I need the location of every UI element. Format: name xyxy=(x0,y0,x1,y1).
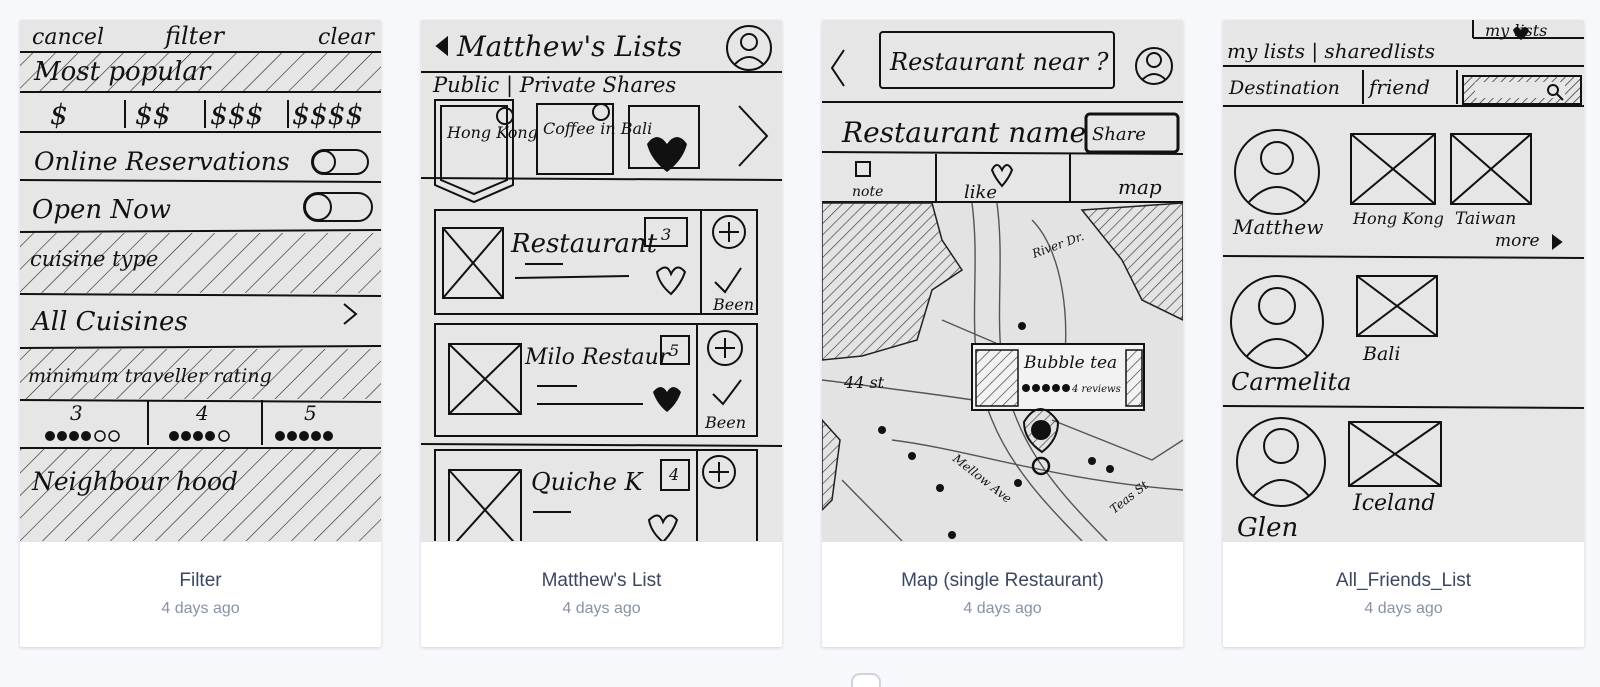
sketch-share-button: Share xyxy=(1092,124,1146,145)
sketch-rating-5: 5 xyxy=(304,401,317,425)
sketch-thumbnail[interactable]: Matthew's Lists Public | Private Shares … xyxy=(421,20,782,541)
sketch-item-2-status: Been xyxy=(704,413,746,432)
card-title[interactable]: All_Friends_List xyxy=(1223,570,1584,592)
sketch-popup-reviews: 4 reviews xyxy=(1071,384,1121,395)
sketch-open-now: Open Now xyxy=(32,195,171,225)
card-title[interactable]: Filter xyxy=(20,570,381,592)
sketch-more-link: more xyxy=(1495,231,1540,251)
sketch-thumbnail[interactable]: Restaurant near ? Restaurant name Share … xyxy=(822,20,1183,541)
sketch-cuisine-type: cuisine type xyxy=(30,247,158,271)
matthews-list-sketch: Matthew's Lists Public | Private Shares … xyxy=(421,25,782,541)
screen-card-filter[interactable]: cancel filter clear Most popular $ $$ $$… xyxy=(20,20,381,647)
sketch-friend-matthew: Matthew xyxy=(1232,215,1323,239)
sketch-price-3: $$$ xyxy=(210,98,263,131)
sketch-price-1: $ xyxy=(50,98,68,131)
sketch-my-lists-top: my lists xyxy=(1485,21,1547,40)
sketch-list-hong-kong: Hong Kong xyxy=(446,123,538,142)
card-timestamp: 4 days ago xyxy=(963,600,1042,617)
sketch-restaurant-name: Restaurant name xyxy=(841,116,1086,149)
sketch-item-3-name: Quiche K xyxy=(531,468,645,496)
sketch-price-2: $$ xyxy=(135,98,171,131)
sketch-list-tabs: Public | Private Shares xyxy=(432,73,676,98)
sketch-min-rating: minimum traveller rating xyxy=(28,365,272,387)
sketch-action-map: map xyxy=(1118,175,1162,199)
sketch-action-like: like xyxy=(964,182,997,203)
sketch-search-restaurant: Restaurant near ? xyxy=(889,48,1109,76)
sketch-thumbnail[interactable]: my lists my lists | sharedlists Destinat… xyxy=(1223,20,1584,541)
sketch-item-1-name: Restaurant xyxy=(510,229,658,259)
sketch-thumbnail[interactable]: cancel filter clear Most popular $ $$ $$… xyxy=(20,20,381,541)
screen-card-map-single-restaurant[interactable]: Restaurant near ? Restaurant name Share … xyxy=(822,20,1183,647)
sketch-rating-4: 4 xyxy=(195,401,209,425)
screen-card-all-friends-list[interactable]: my lists my lists | sharedlists Destinat… xyxy=(1223,20,1584,647)
screen-card-matthews-list[interactable]: Matthew's Lists Public | Private Shares … xyxy=(421,20,782,647)
sketch-list-taiwan: Taiwan xyxy=(1455,209,1516,229)
sketch-friend-glen: Glen xyxy=(1237,513,1298,541)
sketch-street-44st: 44 st xyxy=(843,373,885,392)
sketch-item-1-status: Been xyxy=(712,295,754,314)
card-info: Map (single Restaurant) 4 days ago xyxy=(822,541,1183,647)
card-timestamp: 4 days ago xyxy=(161,600,240,617)
sketch-list-bali: Bali xyxy=(1362,343,1400,365)
sketch-item-2-name: Milo Restaur xyxy=(524,345,671,370)
sketch-list-hong-kong: Hong Kong xyxy=(1352,209,1444,228)
map-sketch: Restaurant near ? Restaurant name Share … xyxy=(822,31,1183,541)
sketch-popup-name: Bubble tea xyxy=(1023,353,1117,373)
sketch-action-note: note xyxy=(852,184,883,200)
sketch-rating-3: 3 xyxy=(70,401,83,425)
card-info: Matthew's List 4 days ago xyxy=(421,541,782,647)
card-info: Filter 4 days ago xyxy=(20,541,381,647)
sketch-online-reservations: Online Reservations xyxy=(34,147,290,176)
sketch-friend-carmelita: Carmelita xyxy=(1231,368,1351,396)
sketch-clear-label: clear xyxy=(318,25,375,50)
pagination-indicator[interactable] xyxy=(851,673,881,687)
sketch-all-cuisines: All Cuisines xyxy=(30,307,188,337)
sketch-filter-friend: friend xyxy=(1367,75,1430,99)
sketch-price-4: $$$$ xyxy=(292,98,363,131)
sketch-list-iceland: Iceland xyxy=(1352,491,1435,516)
card-title[interactable]: Matthew's List xyxy=(421,570,782,592)
all-friends-sketch: my lists my lists | sharedlists Destinat… xyxy=(1223,20,1584,541)
sketch-list-coffee-bali: Coffee in Bali xyxy=(543,119,652,138)
sketch-most-popular: Most popular xyxy=(33,57,212,87)
sketch-filter-title: filter xyxy=(163,22,226,50)
card-timestamp: 4 days ago xyxy=(562,600,641,617)
sketch-cancel-label: cancel xyxy=(32,25,104,50)
card-timestamp: 4 days ago xyxy=(1364,600,1443,617)
sketch-neighbourhood: Neighbour hood xyxy=(31,467,238,496)
sketch-matthews-lists: Matthew's Lists xyxy=(456,30,682,63)
card-title[interactable]: Map (single Restaurant) xyxy=(822,570,1183,592)
sketch-item-1-rank: 3 xyxy=(661,225,671,244)
sketch-friends-tabs: my lists | sharedlists xyxy=(1227,39,1435,64)
wireframe-card-grid: cancel filter clear Most popular $ $$ $$… xyxy=(0,0,1600,687)
sketch-item-3-rank: 4 xyxy=(668,465,679,484)
sketch-item-2-rank: 5 xyxy=(669,341,679,360)
card-info: All_Friends_List 4 days ago xyxy=(1223,541,1584,647)
sketch-filter-destination: Destination xyxy=(1228,77,1340,99)
filter-sketch: cancel filter clear Most popular $ $$ $$… xyxy=(20,22,381,541)
